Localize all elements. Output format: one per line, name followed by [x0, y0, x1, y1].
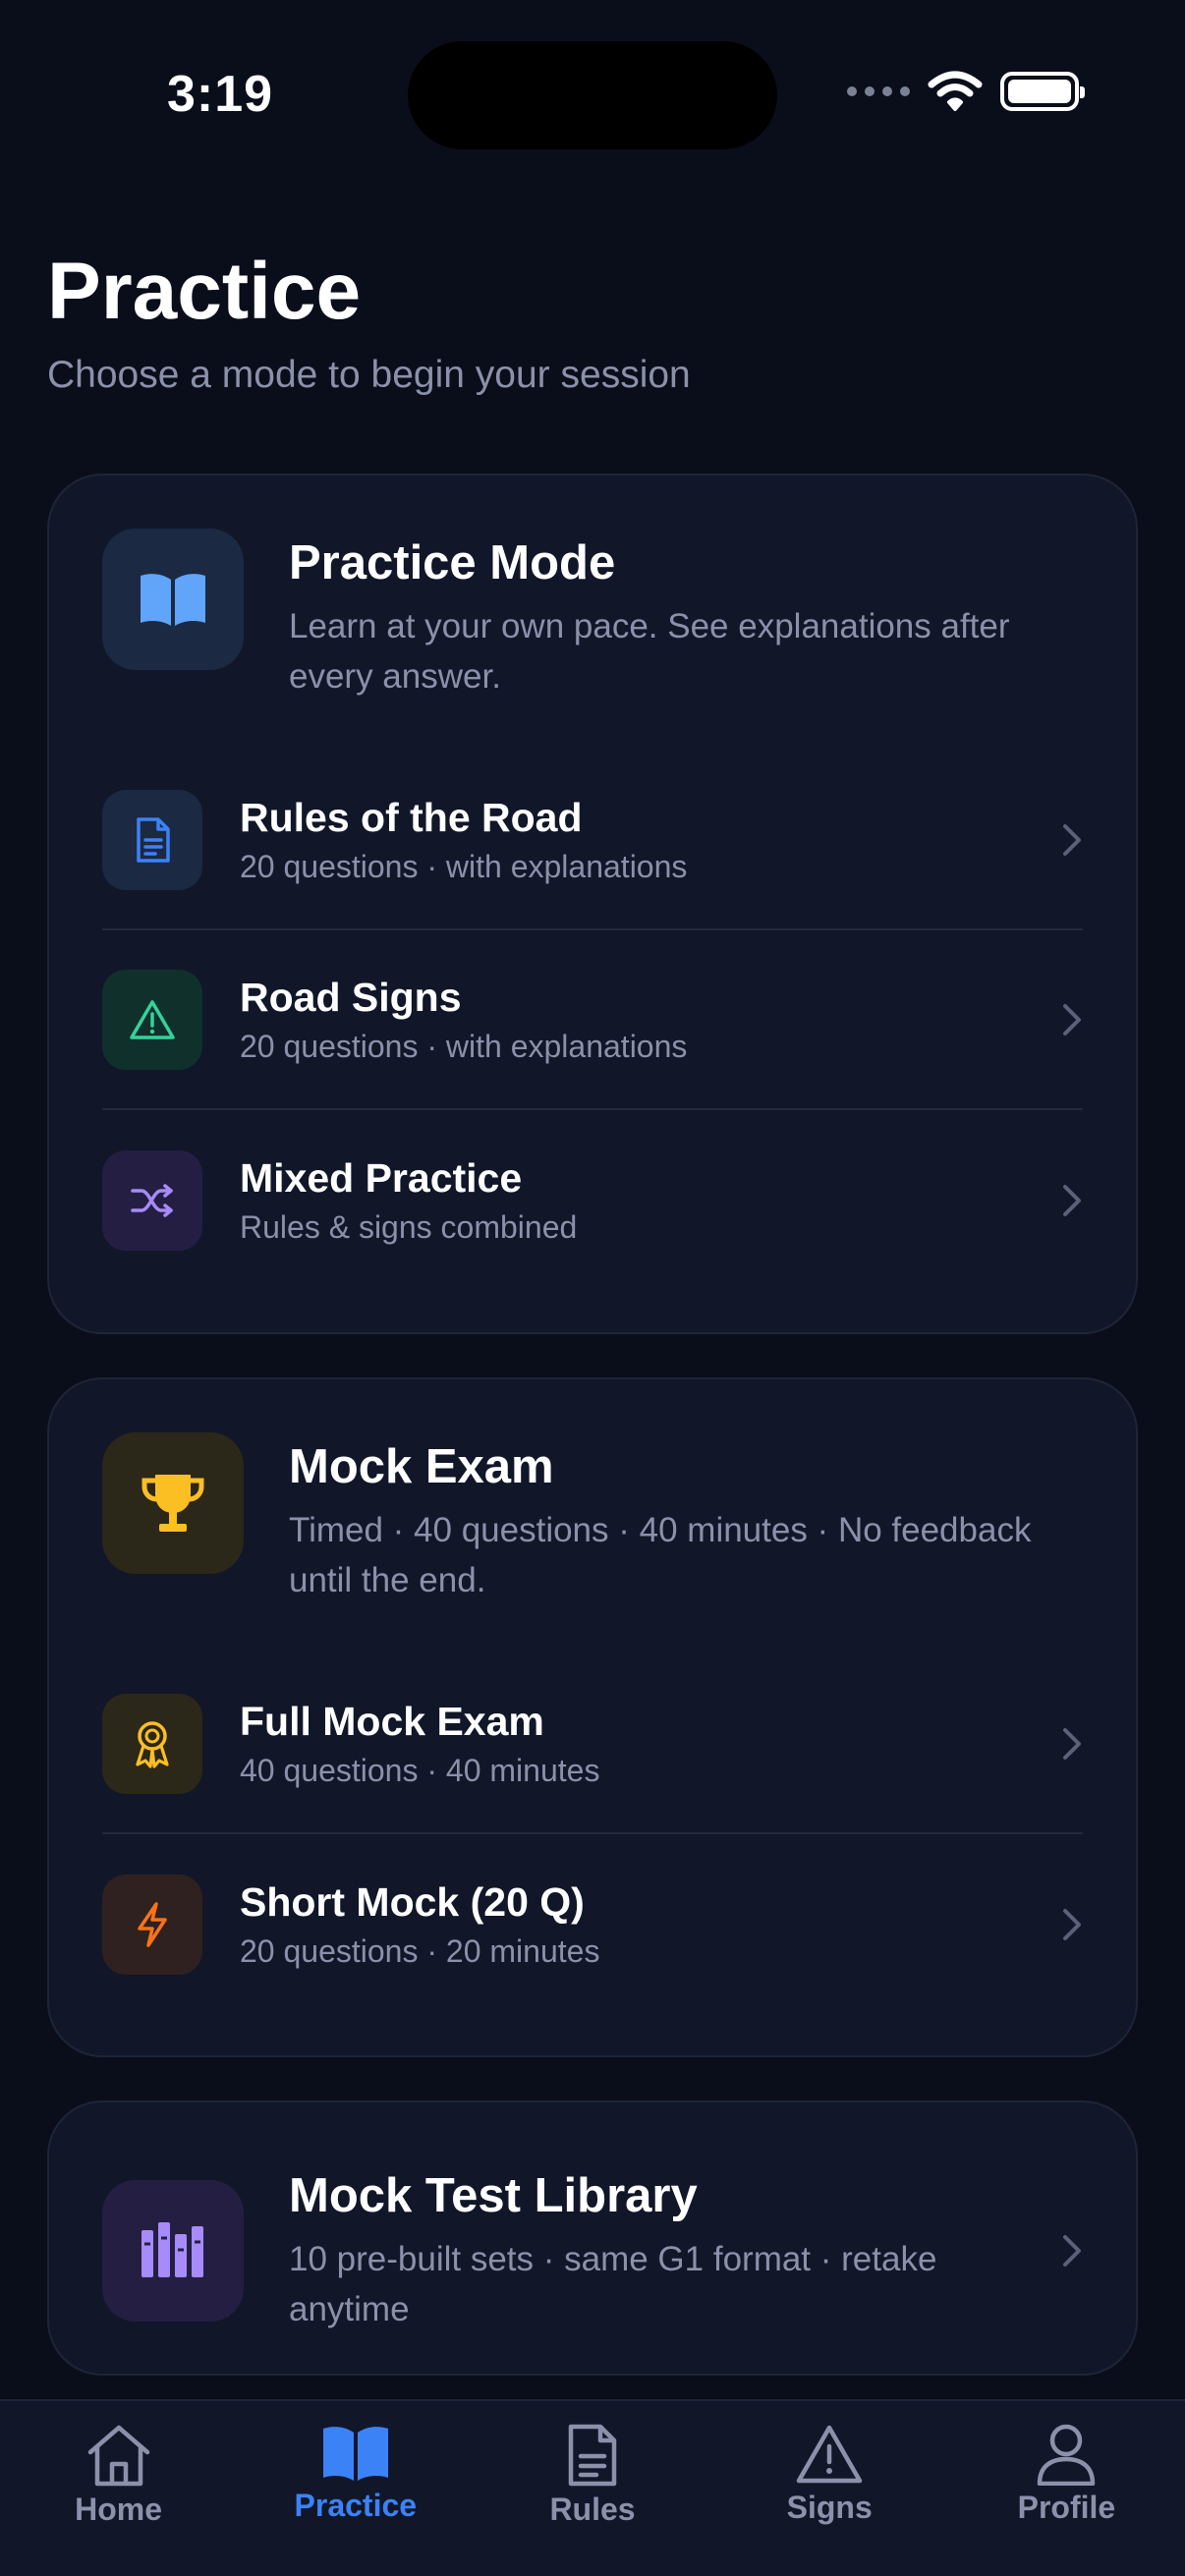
item-subtitle: Rules & signs combined [240, 1208, 578, 1245]
tab-profile[interactable]: Profile [948, 2401, 1185, 2576]
open-book-icon [102, 529, 244, 670]
lightning-icon [102, 1874, 202, 1975]
mock-item-full-mock-exam[interactable]: Full Mock Exam 40 questions · 40 minutes [102, 1654, 1083, 1835]
practice-screen: 3:19 Practice Choose a mode to begin you… [0, 0, 1185, 2576]
practice-item-rules-of-the-road[interactable]: Rules of the Road 20 questions · with ex… [102, 751, 1083, 931]
tab-practice[interactable]: Practice [237, 2401, 474, 2576]
document-icon [568, 2424, 617, 2487]
tab-label: Profile [1017, 2490, 1116, 2525]
mock-test-library-card[interactable]: Mock Test Library 10 pre-built sets · sa… [47, 2100, 1138, 2376]
wifi-icon [928, 71, 983, 111]
battery-icon [1000, 72, 1085, 111]
document-icon [102, 789, 202, 890]
library-description: 10 pre-built sets · same G1 format · ret… [289, 2239, 937, 2328]
tab-rules[interactable]: Rules [474, 2401, 710, 2576]
warning-triangle-icon [796, 2425, 863, 2484]
practice-item-road-signs[interactable]: Road Signs 20 questions · with explanati… [102, 930, 1083, 1111]
item-title: Mixed Practice [240, 1154, 523, 1201]
item-title: Road Signs [240, 974, 462, 1020]
library-header: Mock Test Library 10 pre-built sets · sa… [49, 2102, 1136, 2334]
item-title: Full Mock Exam [240, 1698, 544, 1744]
tab-bar: Home Practice Rules Signs Profile [0, 2399, 1185, 2576]
practice-mode-description: Learn at your own pace. See explanations… [289, 606, 1010, 696]
tab-label: Home [75, 2492, 163, 2527]
warning-triangle-icon [102, 969, 202, 1070]
open-book-icon [322, 2427, 388, 2481]
chevron-right-icon [1044, 822, 1083, 858]
chevron-right-icon [1044, 2233, 1083, 2268]
practice-mode-card: Practice Mode Learn at your own pace. Se… [47, 474, 1138, 1334]
status-time: 3:19 [167, 66, 274, 123]
tab-home[interactable]: Home [0, 2401, 237, 2576]
tab-label: Signs [786, 2490, 873, 2525]
chevron-right-icon [1044, 1183, 1083, 1218]
chevron-right-icon [1044, 1907, 1083, 1942]
mock-exam-header: Mock Exam Timed · 40 questions · 40 minu… [49, 1379, 1136, 1605]
mock-exam-description: Timed · 40 questions · 40 minutes · No f… [289, 1510, 1032, 1599]
mock-item-short-mock[interactable]: Short Mock (20 Q) 20 questions · 20 minu… [102, 1834, 1083, 2014]
library-books-icon [102, 2180, 244, 2323]
item-subtitle: 20 questions · 20 minutes [240, 1932, 600, 1969]
item-subtitle: 20 questions · with explanations [240, 1028, 688, 1064]
user-icon [1038, 2424, 1096, 2486]
practice-item-mixed-practice[interactable]: Mixed Practice Rules & signs combined [102, 1110, 1083, 1290]
tab-signs[interactable]: Signs [711, 2401, 948, 2576]
home-icon [87, 2425, 149, 2487]
library-title: Mock Test Library [289, 2169, 698, 2222]
cellular-signal-icon [847, 86, 910, 96]
practice-mode-header: Practice Mode Learn at your own pace. Se… [49, 476, 1136, 701]
page-subtitle: Choose a mode to begin your session [47, 354, 691, 396]
item-subtitle: 20 questions · with explanations [240, 848, 688, 884]
item-title: Rules of the Road [240, 794, 583, 840]
item-title: Short Mock (20 Q) [240, 1878, 585, 1925]
chevron-right-icon [1044, 1726, 1083, 1762]
chevron-right-icon [1044, 1002, 1083, 1037]
practice-mode-title: Practice Mode [289, 536, 616, 589]
dynamic-island [408, 41, 777, 149]
tab-label: Rules [549, 2492, 636, 2527]
page-title: Practice [47, 247, 362, 336]
shuffle-icon [102, 1149, 202, 1251]
mock-exam-title: Mock Exam [289, 1440, 554, 1493]
award-ribbon-icon [102, 1693, 202, 1794]
item-subtitle: 40 questions · 40 minutes [240, 1752, 600, 1788]
tab-label: Practice [294, 2488, 418, 2523]
trophy-icon [102, 1432, 244, 1574]
status-indicators [847, 71, 1085, 112]
mock-exam-card: Mock Exam Timed · 40 questions · 40 minu… [47, 1377, 1138, 2057]
